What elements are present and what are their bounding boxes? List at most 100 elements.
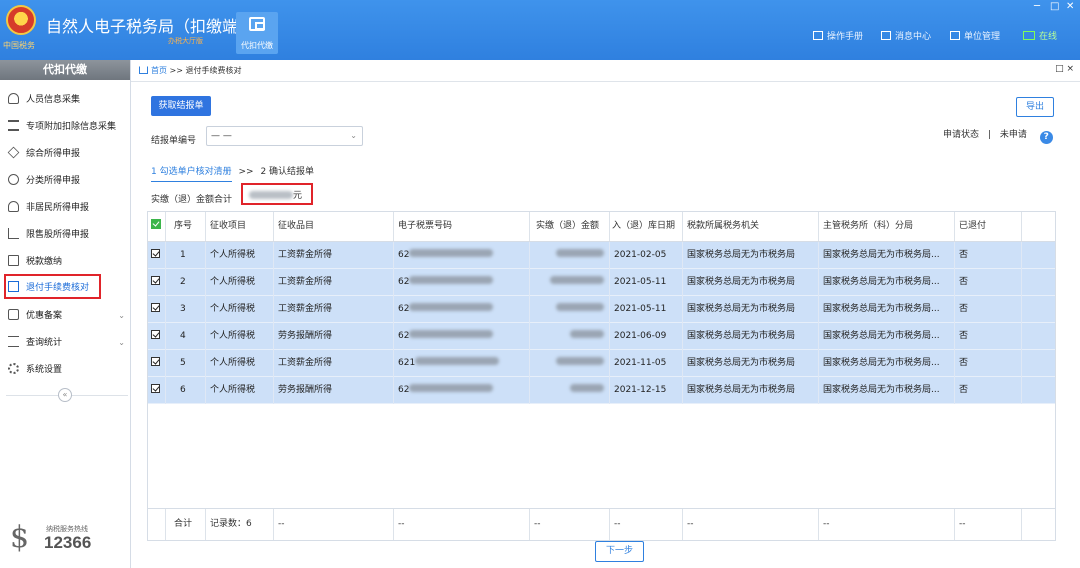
cell-refunded: 否 (955, 242, 1022, 269)
sidebar-item-restricted-shares[interactable]: 限售股所得申报 (0, 224, 131, 246)
sidebar-item-label: 非居民所得申报 (26, 203, 90, 213)
sidebar-item-label: 优惠备案 (26, 311, 63, 321)
app-title: 自然人电子税务局（扣缴端） (46, 17, 255, 36)
cell-no: 6 (166, 377, 206, 404)
export-button[interactable]: 导出 (1016, 97, 1054, 117)
gear-icon (8, 363, 19, 374)
redacted-value (556, 249, 604, 257)
step-separator: >> (238, 167, 254, 177)
online-status-label: 在线 (1039, 32, 1058, 42)
cell-item: 个人所得税 (206, 323, 274, 350)
sidebar-item-label: 限售股所得申报 (26, 230, 90, 240)
help-icon[interactable]: ? (1039, 131, 1053, 144)
cell-item: 个人所得税 (206, 377, 274, 404)
status-label: 申请状态 (943, 130, 980, 140)
cell-ticket: 62 (394, 242, 530, 269)
ticket-prefix: 621 (398, 358, 416, 368)
app-subtitle: 办税大厅版 (168, 37, 203, 45)
module-withholding-button[interactable]: 代扣代缴 (236, 12, 278, 54)
table-row[interactable]: 1 个人所得税 工资薪金所得 62 2021-02-05 国家税务总局无为市税务… (148, 242, 1055, 269)
footer-cell: -- (274, 509, 394, 540)
breadcrumb-current: 退付手续费核对 (185, 66, 242, 75)
sidebar-item-label: 专项附加扣除信息采集 (26, 122, 117, 132)
message-center-link[interactable]: 消息中心 (881, 30, 931, 44)
cell-amount (530, 323, 610, 350)
select-all-checkbox[interactable] (148, 212, 166, 241)
cell-ticket: 62 (394, 323, 530, 350)
cell-date: 2021-02-05 (610, 242, 683, 269)
col-header-no: 序号 (166, 212, 206, 241)
sidebar-item-settings[interactable]: 系统设置 (0, 359, 131, 381)
cell-branch: 国家税务总局无为市税务局... (819, 377, 955, 404)
cell-office: 国家税务总局无为市税务局 (683, 377, 819, 404)
row-checkbox[interactable] (148, 296, 166, 323)
sidebar-item-comprehensive[interactable]: 综合所得申报 (0, 143, 131, 165)
amount-unit: 元 (293, 191, 303, 201)
col-header-office: 税款所属税务机关 (683, 212, 819, 241)
checkbox-checked-icon (151, 357, 160, 366)
cell-branch: 国家税务总局无为市税务局... (819, 296, 955, 323)
redacted-value (409, 249, 494, 257)
row-checkbox[interactable] (148, 242, 166, 269)
status-separator: | (987, 130, 991, 140)
manual-link[interactable]: 操作手册 (813, 30, 863, 44)
footer-cell-empty (148, 509, 166, 540)
cell-no: 2 (166, 269, 206, 296)
footer-cell: -- (610, 509, 683, 540)
search-list-icon (8, 336, 19, 347)
unit-management-link[interactable]: 单位管理 (950, 30, 1000, 44)
redacted-value (409, 330, 494, 338)
settlement-number-select[interactable]: — — ⌄ (206, 126, 363, 146)
step-1-tab[interactable]: 1 勾选单户核对清册 (151, 164, 232, 182)
row-checkbox[interactable] (148, 269, 166, 296)
bar-chart-icon (8, 228, 19, 239)
sidebar-item-label: 系统设置 (26, 365, 63, 375)
checkbox-checked-icon (151, 249, 160, 258)
cell-item: 个人所得税 (206, 269, 274, 296)
cell-date: 2021-12-15 (610, 377, 683, 404)
cell-subitem: 劳务报酬所得 (274, 377, 394, 404)
table-row[interactable]: 3 个人所得税 工资薪金所得 62 2021-05-11 国家税务总局无为市税务… (148, 296, 1055, 323)
footer-cell: -- (955, 509, 1022, 540)
redacted-value (415, 357, 500, 365)
cell-amount (530, 350, 610, 377)
sidebar-item-special-deduction[interactable]: 专项附加扣除信息采集 (0, 116, 131, 138)
step-2-tab[interactable]: 2 确认结报单 (260, 167, 314, 177)
online-status-link[interactable]: 在线 (1023, 30, 1057, 44)
breadcrumb: 首页 >> 退付手续费核对 □ × (131, 60, 1080, 82)
close-button[interactable]: ✕ (1066, 1, 1074, 13)
application-status: 申请状态 | 未申请 ? (943, 127, 1053, 144)
row-checkbox[interactable] (148, 377, 166, 404)
breadcrumb-separator: >> (169, 66, 183, 75)
sidebar-item-preferential-filing[interactable]: 优惠备案 ⌄ (0, 305, 131, 327)
highlight-box-sidebar (4, 274, 101, 299)
hotline-logo-icon: $ (10, 520, 30, 555)
next-step-button[interactable]: 下一步 (595, 541, 644, 562)
cell-refunded: 否 (955, 269, 1022, 296)
table-row[interactable]: 6 个人所得税 劳务报酬所得 62 2021-12-15 国家税务总局无为市税务… (148, 377, 1055, 404)
minimize-button[interactable]: ─ (1034, 1, 1040, 13)
fetch-settlement-button[interactable]: 获取结报单 (151, 96, 211, 116)
sidebar-item-classified[interactable]: 分类所得申报 (0, 170, 131, 192)
collapse-sidebar-button[interactable]: « (58, 388, 72, 402)
cell-refunded: 否 (955, 296, 1022, 323)
manual-label: 操作手册 (827, 32, 864, 42)
maximize-button[interactable]: □ (1050, 1, 1059, 13)
sidebar-item-label: 税款缴纳 (26, 257, 63, 267)
table-row[interactable]: 5 个人所得税 工资薪金所得 621 2021-11-05 国家税务总局无为市税… (148, 350, 1055, 377)
sidebar-item-tax-payment[interactable]: 税款缴纳 (0, 251, 131, 273)
cell-ticket: 62 (394, 296, 530, 323)
row-checkbox[interactable] (148, 350, 166, 377)
checkbox-checked-icon (151, 276, 160, 285)
redacted-value (409, 276, 494, 284)
sidebar-item-personnel[interactable]: 人员信息采集 (0, 89, 131, 111)
tab-window-controls[interactable]: □ × (1055, 64, 1074, 74)
monitor-icon (1023, 31, 1035, 40)
sidebar-item-query-stats[interactable]: 查询统计 ⌄ (0, 332, 131, 354)
sidebar-item-nonresident[interactable]: 非居民所得申报 (0, 197, 131, 219)
table-row[interactable]: 2 个人所得税 工资薪金所得 62 2021-05-11 国家税务总局无为市税务… (148, 269, 1055, 296)
table-row[interactable]: 4 个人所得税 劳务报酬所得 62 2021-06-09 国家税务总局无为市税务… (148, 323, 1055, 350)
amount-total-value: 元 (241, 183, 313, 205)
breadcrumb-home-link[interactable]: 首页 (151, 66, 167, 75)
row-checkbox[interactable] (148, 323, 166, 350)
